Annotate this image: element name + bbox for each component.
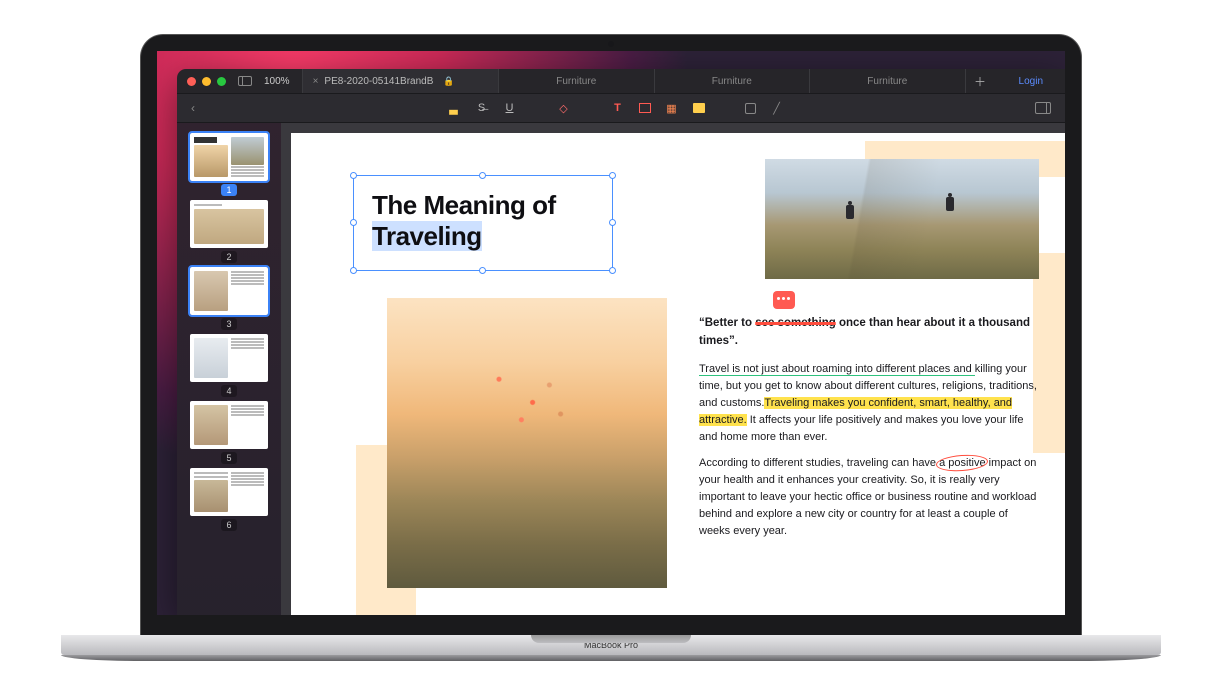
resize-handle[interactable] xyxy=(479,267,486,274)
tab-close-icon[interactable]: × xyxy=(313,76,319,87)
eraser-tool-icon[interactable]: ◇ xyxy=(557,101,571,115)
lock-icon: 🔒 xyxy=(443,76,454,87)
markup-tools: ▃ S̶ U xyxy=(447,101,517,115)
underline-annotation: Travel is not just about roaming into di… xyxy=(699,363,975,376)
thumbnail-sidebar[interactable]: 1 2 xyxy=(177,123,281,615)
page-thumbnail[interactable] xyxy=(190,133,268,181)
thumbnail-number: 4 xyxy=(221,385,236,397)
body-text[interactable]: “Better to see something once than hear … xyxy=(699,315,1039,549)
laptop-notch xyxy=(531,635,691,643)
note-tool-icon[interactable] xyxy=(693,103,705,113)
resize-handle[interactable] xyxy=(479,172,486,179)
erase-tools: ◇ xyxy=(557,101,571,115)
resize-handle[interactable] xyxy=(350,172,357,179)
stamp-tool-icon[interactable]: ▦ xyxy=(665,101,679,115)
comment-note-icon[interactable] xyxy=(773,291,795,309)
pdf-editor-window: 100% × PE8-2020-05141BrandB 🔒 Furniture … xyxy=(177,69,1065,615)
new-tab-button[interactable]: ＋ xyxy=(965,69,995,93)
tabstrip: × PE8-2020-05141BrandB 🔒 Furniture Furni… xyxy=(302,69,995,93)
laptop-frame: 100% × PE8-2020-05141BrandB 🔒 Furniture … xyxy=(61,35,1161,665)
text-selection-box[interactable]: The Meaning of Traveling xyxy=(353,175,613,271)
underline-tool-icon[interactable]: U xyxy=(503,101,517,115)
document-page[interactable]: The Meaning of Traveling xyxy=(291,133,1065,615)
resize-handle[interactable] xyxy=(609,267,616,274)
page-thumbnail[interactable] xyxy=(190,267,268,315)
quote-text: “Better to see something once than hear … xyxy=(699,315,1039,351)
resize-handle[interactable] xyxy=(609,219,616,226)
document-canvas[interactable]: The Meaning of Traveling xyxy=(281,123,1065,615)
annotate-tools: T ▦ xyxy=(611,101,705,115)
landscape-balloons-image xyxy=(387,298,667,588)
page-thumbnail[interactable] xyxy=(190,468,268,516)
textbox-tool-icon[interactable] xyxy=(639,103,651,113)
tab-label: PE8-2020-05141BrandB xyxy=(324,76,433,87)
page-title[interactable]: The Meaning of Traveling xyxy=(354,176,612,266)
hikers-mountain-image xyxy=(765,159,1039,279)
thumbnail-number: 1 xyxy=(221,184,236,196)
text-tool-icon[interactable]: T xyxy=(611,101,625,115)
traffic-lights xyxy=(187,77,226,86)
laptop-base: MacBook Pro xyxy=(61,635,1161,665)
line-tool-icon[interactable]: ╱ xyxy=(770,101,784,115)
thumbnail-number: 2 xyxy=(221,251,236,263)
window-titlebar: 100% × PE8-2020-05141BrandB 🔒 Furniture … xyxy=(177,69,1065,93)
desktop-wallpaper: 100% × PE8-2020-05141BrandB 🔒 Furniture … xyxy=(157,51,1065,615)
zoom-level[interactable]: 100% xyxy=(264,76,290,87)
minimize-window-button[interactable] xyxy=(202,77,211,86)
tab-active[interactable]: × PE8-2020-05141BrandB 🔒 xyxy=(302,69,498,93)
login-link[interactable]: Login xyxy=(1007,76,1055,87)
shape-tool-icon[interactable] xyxy=(745,103,756,114)
laptop-screen: 100% × PE8-2020-05141BrandB 🔒 Furniture … xyxy=(141,35,1081,635)
thumbnail-number: 3 xyxy=(221,318,236,330)
page-thumbnail[interactable] xyxy=(190,334,268,382)
tab-item[interactable]: Furniture xyxy=(809,69,965,93)
shape-tools: ╱ xyxy=(745,101,784,115)
annotation-toolbar: ‹ ▃ S̶ U ◇ T ▦ xyxy=(177,93,1065,123)
back-button[interactable]: ‹ xyxy=(191,101,195,115)
resize-handle[interactable] xyxy=(350,219,357,226)
thumbnail-number: 5 xyxy=(221,452,236,464)
tab-label: Furniture xyxy=(712,76,752,87)
thumbnail-number: 6 xyxy=(221,519,236,531)
laptop-foot xyxy=(61,655,1161,661)
tab-label: Furniture xyxy=(556,76,596,87)
close-window-button[interactable] xyxy=(187,77,196,86)
page-thumbnail[interactable] xyxy=(190,401,268,449)
app-body: 1 2 xyxy=(177,123,1065,615)
page-thumbnail[interactable] xyxy=(190,200,268,248)
paragraph: Travel is not just about roaming into di… xyxy=(699,361,1039,446)
camera-dot xyxy=(608,41,614,47)
resize-handle[interactable] xyxy=(350,267,357,274)
tab-item[interactable]: Furniture xyxy=(498,69,654,93)
tab-item[interactable]: Furniture xyxy=(654,69,810,93)
highlighter-tool-icon[interactable]: ▃ xyxy=(447,101,461,115)
paragraph: According to different studies, travelin… xyxy=(699,455,1039,540)
hiker-figure xyxy=(845,201,855,223)
strikethrough-tool-icon[interactable]: S̶ xyxy=(475,101,489,115)
fullscreen-window-button[interactable] xyxy=(217,77,226,86)
hiker-figure xyxy=(945,193,955,215)
strikethrough-annotation: see something xyxy=(755,317,836,329)
laptop-label: MacBook Pro xyxy=(61,635,1161,655)
sidebar-toggle-icon[interactable] xyxy=(238,76,252,86)
resize-handle[interactable] xyxy=(609,172,616,179)
tab-label: Furniture xyxy=(867,76,907,87)
panel-toggle-icon[interactable] xyxy=(1035,102,1051,114)
circle-annotation: a positive xyxy=(939,457,985,469)
